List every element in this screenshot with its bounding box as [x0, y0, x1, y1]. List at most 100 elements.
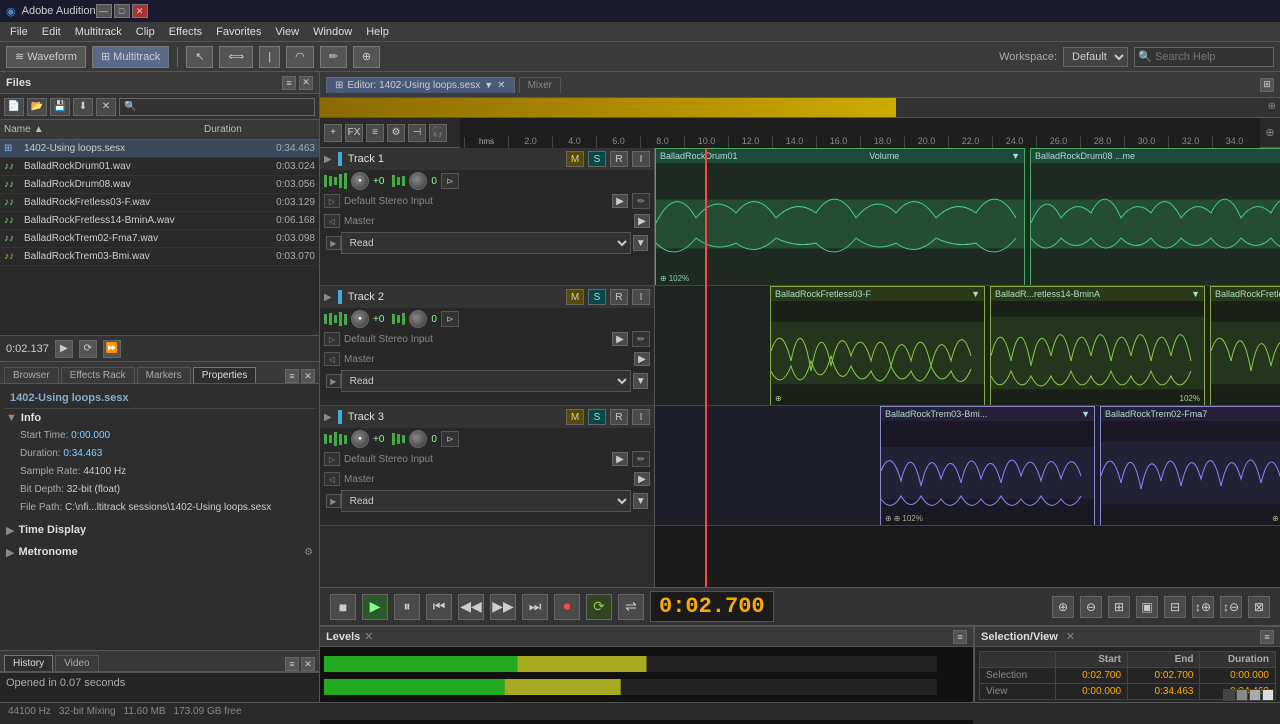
editor-tab-dropdown[interactable]: ▼ [484, 80, 493, 90]
play-button[interactable]: ▶ [362, 594, 388, 620]
clip-end-btn[interactable]: ⊣ [408, 124, 426, 142]
tab-history[interactable]: History [4, 655, 53, 671]
maximize-button[interactable]: □ [114, 4, 130, 18]
zoom-h-out-btn[interactable]: ↕⊖ [1220, 596, 1242, 618]
swatch-4[interactable] [1262, 689, 1274, 701]
track-3-output-expand[interactable]: ▶ [634, 472, 650, 486]
slice-tool-btn[interactable]: | [259, 46, 280, 68]
remove-btn[interactable]: ✕ [96, 98, 116, 116]
track-1-input-expand[interactable]: ▶ [612, 194, 628, 208]
list-item[interactable]: ♪♪ BalladRockTrem03-Bmi.wav 0:03.070 [0, 248, 319, 266]
files-panel-close-btn[interactable]: ✕ [299, 76, 313, 90]
track-3-monitor-btn[interactable]: I [632, 409, 650, 425]
menu-view[interactable]: View [269, 25, 305, 39]
track-2-out-btn[interactable]: ⊳ [441, 311, 459, 327]
list-item[interactable]: ♪♪ BalladRockTrem02-Fma7.wav 0:03.098 [0, 230, 319, 248]
track-2-input-expand[interactable]: ▶ [612, 332, 628, 346]
track-3-input-fx[interactable]: ✏ [632, 451, 650, 467]
stop-button[interactable]: ■ [330, 594, 356, 620]
menu-effects[interactable]: Effects [163, 25, 208, 39]
track-1-record-btn[interactable]: R [610, 151, 628, 167]
track-2-read-expand[interactable]: ▶ [326, 374, 341, 388]
wave-clip-1-2[interactable]: BalladRockDrum08 ...me ▼ [1030, 148, 1280, 285]
track-1-pan-knob[interactable] [409, 172, 427, 190]
meters-btn[interactable]: ≡ [366, 124, 384, 142]
wave-clip-3-1[interactable]: BalladRockTrem03-Bmi... ▼ [880, 406, 1095, 525]
track-2-read-dropdown[interactable]: ▼ [633, 373, 648, 389]
track-3-record-btn[interactable]: R [610, 409, 628, 425]
track-1-mute-btn[interactable]: M [566, 151, 584, 167]
wave-clip-1-1[interactable]: BalladRockDrum01 Volume ▼ [655, 148, 1025, 285]
track-1-input-direction[interactable]: ▷ [324, 194, 340, 208]
menu-edit[interactable]: Edit [36, 25, 67, 39]
time-display-header[interactable]: ▶ Time Display [4, 521, 315, 539]
fade-tool-btn[interactable]: ◠ [286, 46, 314, 68]
tab-properties[interactable]: Properties [193, 367, 257, 383]
track-2-automation-select[interactable]: Read [341, 370, 632, 392]
track-1-volume-knob[interactable]: ● [351, 172, 369, 190]
track-2-solo-btn[interactable]: S [588, 289, 606, 305]
track-2-pan-knob[interactable] [409, 310, 427, 328]
menu-help[interactable]: Help [360, 25, 395, 39]
track-2-mute-btn[interactable]: M [566, 289, 584, 305]
rewind-button[interactable]: ◀◀ [458, 594, 484, 620]
track-3-automation-select[interactable]: Read [341, 490, 632, 512]
track-3-read-dropdown[interactable]: ▼ [633, 493, 648, 509]
track-2-record-btn[interactable]: R [610, 289, 628, 305]
pencil-tool-btn[interactable]: ✏ [320, 46, 347, 68]
workspace-select[interactable]: Default [1063, 47, 1128, 67]
track-1-automation-select[interactable]: Read [341, 232, 632, 254]
zoom-fit-btn[interactable]: ⊞ [1108, 596, 1130, 618]
track-3-solo-btn[interactable]: S [588, 409, 606, 425]
zoom-h-in-btn[interactable]: ↕⊕ [1192, 596, 1214, 618]
track-1-read-expand[interactable]: ▶ [326, 236, 341, 250]
menu-file[interactable]: File [4, 25, 34, 39]
fx-rack-btn[interactable]: FX [345, 124, 363, 142]
list-item[interactable]: ♪♪ BalladRockFretless03-F.wav 0:03.129 [0, 194, 319, 212]
files-search-input[interactable] [119, 98, 315, 116]
track-3-input-expand[interactable]: ▶ [612, 452, 628, 466]
swatch-3[interactable] [1249, 689, 1261, 701]
track-1-input-fx[interactable]: ✏ [632, 193, 650, 209]
punch-button[interactable]: ⇌ [618, 594, 644, 620]
track-3-pan-knob[interactable] [409, 430, 427, 448]
new-session-btn[interactable]: 📄 [4, 98, 24, 116]
tab-effects-rack[interactable]: Effects Rack [61, 367, 135, 383]
zoom-out-btn[interactable]: ⊖ [1080, 596, 1102, 618]
levels-close-icon[interactable]: ✕ [364, 630, 373, 643]
move-tool-btn[interactable]: ⊕ [353, 46, 380, 68]
open-file-btn[interactable]: 📂 [27, 98, 47, 116]
prev-button[interactable]: ⏮ [426, 594, 452, 620]
search-help-input[interactable] [1134, 47, 1274, 67]
timeline-overview-bar[interactable]: ⊕ [320, 98, 1280, 118]
timeline-zoom-btn[interactable]: ⊕ [1268, 100, 1276, 112]
tab-mixer[interactable]: Mixer [519, 77, 561, 93]
swatch-1[interactable] [1223, 689, 1235, 701]
headphones-btn[interactable]: 🎧 [429, 124, 447, 142]
wave-clip-2-3[interactable]: BalladRockFretless03-F ▼ 102% [1210, 286, 1280, 405]
track-2-input-direction[interactable]: ▷ [324, 332, 340, 346]
track-1-read-dropdown[interactable]: ▼ [633, 235, 648, 251]
pause-button[interactable]: ⏸ [394, 594, 420, 620]
track-2-volume-knob[interactable]: ● [351, 310, 369, 328]
tab-markers[interactable]: Markers [137, 367, 191, 383]
info-section-header[interactable]: ▼ Info [4, 409, 315, 427]
track-3-input-direction[interactable]: ▷ [324, 452, 340, 466]
tab-panel-menu-btn[interactable]: ≡ [285, 369, 299, 383]
track-1-output-direction[interactable]: ◁ [324, 214, 340, 228]
close-button[interactable]: ✕ [132, 4, 148, 18]
editor-panel-expand-btn[interactable]: ⊞ [1260, 78, 1274, 92]
menu-favorites[interactable]: Favorites [210, 25, 267, 39]
record-button[interactable]: ⏺ [554, 594, 580, 620]
history-panel-menu-btn[interactable]: ≡ [285, 657, 299, 671]
track-3-out-btn[interactable]: ⊳ [441, 431, 459, 447]
multitrack-btn[interactable]: ⊞ Multitrack [92, 46, 169, 68]
timecode-tool-btn[interactable]: ⟺ [219, 46, 253, 68]
tab-editor-session[interactable]: ⊞ Editor: 1402-Using loops.sesx ▼ ✕ [326, 77, 515, 93]
wave-clip-2-1[interactable]: BalladRockFretless03-F ▼ [770, 286, 985, 405]
selection-close-icon[interactable]: ✕ [1066, 630, 1075, 643]
track-3-mute-btn[interactable]: M [566, 409, 584, 425]
metronome-settings-btn[interactable]: ⚙ [304, 546, 313, 558]
track-3-expand-btn[interactable]: ▶ [324, 412, 332, 423]
waveform-btn[interactable]: ≋ Waveform [6, 46, 86, 68]
